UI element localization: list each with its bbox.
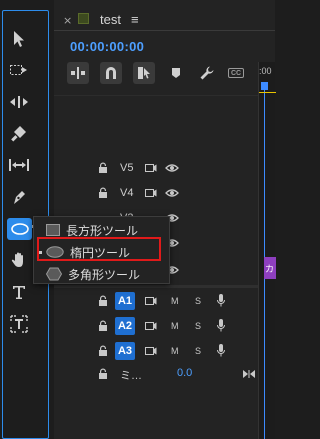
highlight-box (37, 237, 161, 261)
pen-icon (14, 191, 25, 204)
panel-menu-icon[interactable]: ≡ (131, 12, 139, 27)
track-label[interactable]: V4 (120, 187, 133, 199)
arrow-icon (14, 31, 24, 47)
sync-lock-icon[interactable] (145, 188, 157, 198)
mix-track-label[interactable]: ミ… (120, 367, 142, 383)
track-row-a2: A2 M S (54, 314, 262, 339)
pen-tool-button[interactable] (6, 186, 32, 208)
eye-icon[interactable] (165, 188, 179, 198)
selection-tool-button[interactable] (6, 28, 32, 50)
vertical-type-icon (10, 315, 28, 333)
magnet-icon (106, 67, 116, 79)
ruler-time-label: :00 (259, 66, 272, 76)
rectangle-icon (46, 224, 60, 236)
sync-lock-icon[interactable] (145, 163, 157, 173)
lock-icon[interactable] (98, 162, 108, 174)
track-row-v5: V5 (54, 156, 262, 181)
wrench-icon (200, 66, 214, 80)
flyout-item-polygon[interactable]: 多角形ツール (34, 263, 171, 285)
eye-icon[interactable] (165, 163, 179, 173)
nest-icon (71, 67, 85, 79)
ellipse-tool-button[interactable] (7, 218, 32, 240)
tab-divider (54, 30, 275, 31)
timeline-settings-button[interactable] (196, 62, 218, 84)
ripple-edit-tool-button[interactable] (6, 91, 32, 113)
microphone-icon[interactable] (216, 343, 226, 358)
work-area-bar (259, 92, 276, 93)
sync-lock-icon[interactable] (145, 346, 157, 356)
mute-button[interactable]: M (171, 296, 179, 306)
lock-icon[interactable] (98, 368, 108, 380)
lock-icon[interactable] (98, 320, 108, 332)
audio-target-a3[interactable]: A3 (115, 342, 135, 360)
sync-lock-icon[interactable] (145, 296, 157, 306)
sync-lock-icon[interactable] (145, 321, 157, 331)
video-clip[interactable]: カ (264, 257, 276, 279)
lock-icon[interactable] (98, 187, 108, 199)
sequence-tab-title[interactable]: test (100, 12, 121, 27)
track-row-mix: ミ… 0.0 (54, 362, 262, 387)
marker-icon (172, 68, 180, 78)
razor-icon (11, 126, 26, 142)
slip-tool-button[interactable] (6, 154, 32, 176)
linked-selection-icon (138, 67, 150, 79)
snap-button[interactable] (100, 62, 122, 84)
playhead-timecode[interactable]: 00:00:00:00 (70, 39, 144, 54)
cc-icon: CC (228, 68, 244, 78)
razor-tool-button[interactable] (6, 122, 32, 144)
insert-nest-button[interactable] (67, 62, 89, 84)
audio-target-a2[interactable]: A2 (115, 317, 135, 335)
captions-button[interactable]: CC (226, 62, 248, 84)
flyout-item-label: 長方形ツール (66, 223, 139, 238)
mute-button[interactable]: M (171, 346, 179, 356)
polygon-icon (46, 267, 62, 281)
audio-target-a1[interactable]: A1 (115, 292, 135, 310)
add-marker-button[interactable] (165, 62, 187, 84)
sequence-color-label-icon (78, 13, 89, 24)
video-audio-divider[interactable] (54, 285, 258, 288)
ellipse-icon (10, 223, 29, 235)
type-tool-button[interactable] (6, 281, 32, 303)
microphone-icon[interactable] (216, 318, 226, 333)
microphone-icon[interactable] (216, 293, 226, 308)
track-select-tool-button[interactable] (6, 59, 32, 81)
vertical-type-tool-button[interactable] (6, 313, 32, 335)
mute-button[interactable]: M (171, 321, 179, 331)
ripple-edit-icon (10, 96, 28, 108)
lock-icon[interactable] (98, 295, 108, 307)
track-row-v4: V4 (54, 181, 262, 206)
type-icon (13, 286, 25, 299)
linked-selection-button[interactable] (133, 62, 155, 84)
track-select-icon (10, 65, 27, 75)
track-row-a1: A1 M S (54, 289, 262, 314)
slip-icon (9, 159, 29, 171)
track-header-top-border (54, 95, 258, 96)
solo-button[interactable]: S (195, 321, 201, 331)
track-row-a3: A3 M S (54, 339, 262, 364)
mix-volume-value[interactable]: 0.0 (177, 367, 192, 379)
lock-icon[interactable] (98, 345, 108, 357)
track-label[interactable]: V5 (120, 162, 133, 174)
playhead-handle[interactable] (261, 82, 268, 90)
hand-tool-spacer (6, 256, 32, 278)
go-to-end-icon[interactable] (242, 369, 256, 379)
solo-button[interactable]: S (195, 346, 201, 356)
solo-button[interactable]: S (195, 296, 201, 306)
flyout-item-label: 多角形ツール (68, 267, 141, 282)
tab-close-icon[interactable]: × (63, 14, 72, 27)
